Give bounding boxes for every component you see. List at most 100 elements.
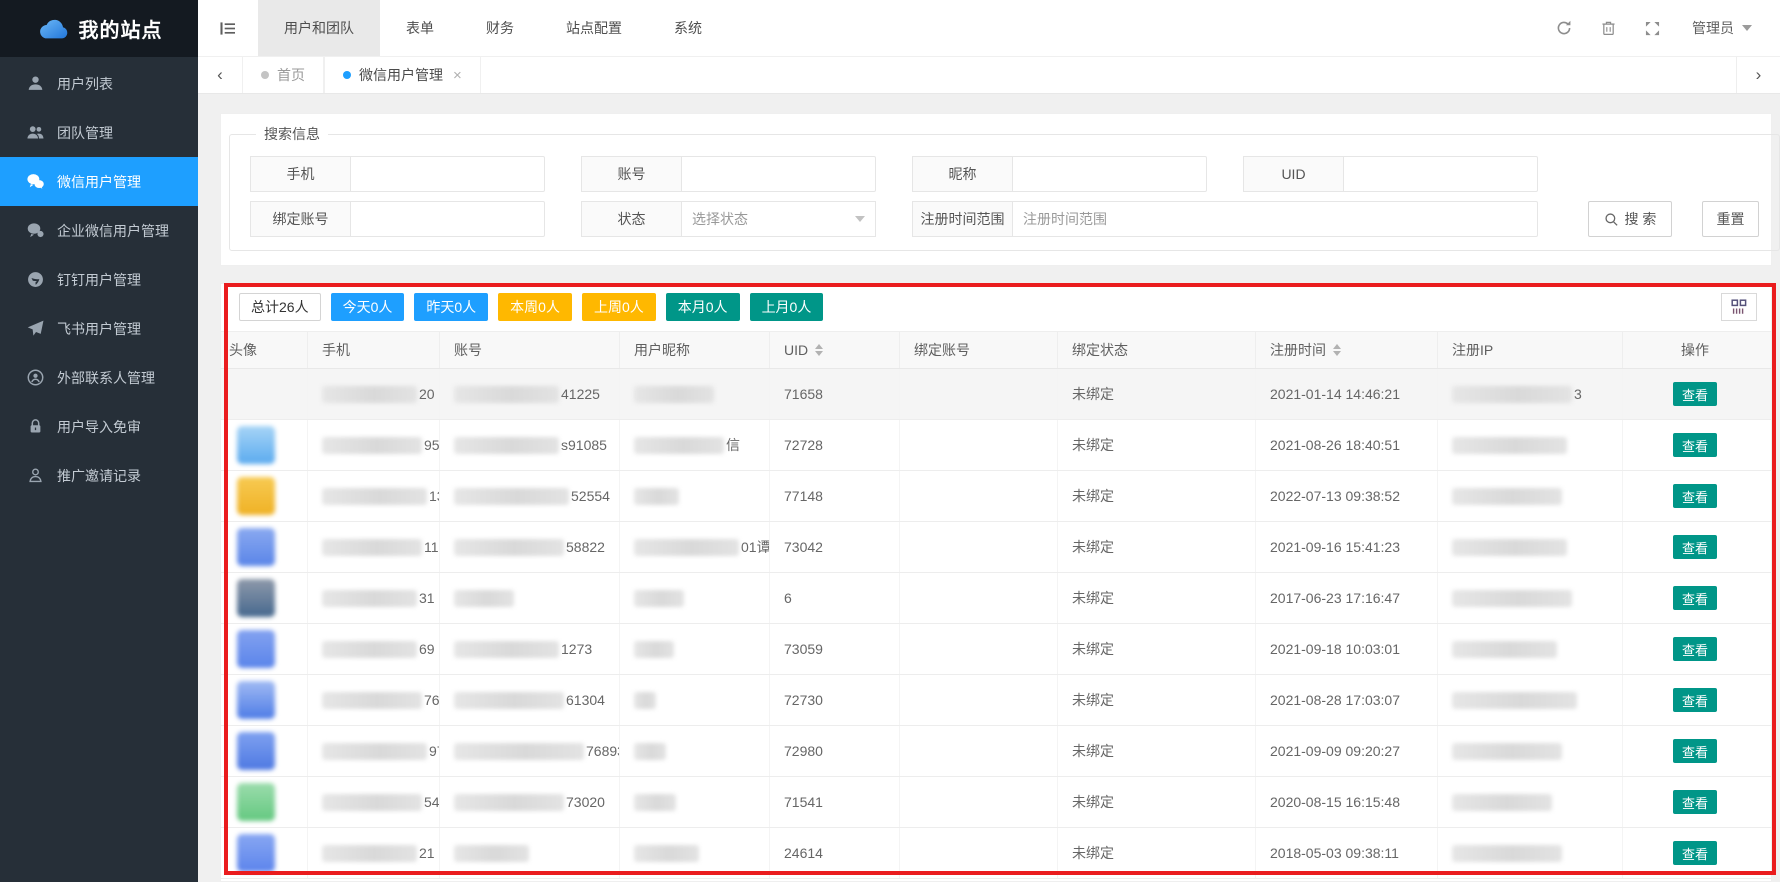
fullscreen-button[interactable] xyxy=(1630,0,1674,57)
stat-badge[interactable]: 上月0人 xyxy=(750,293,824,321)
redacted-nickname xyxy=(634,488,679,505)
phone-cell: 69 xyxy=(308,624,440,674)
table-row: 11 58822 01谭 73042 未绑定 2021-09-16 15:41:… xyxy=(221,522,1771,573)
reg-time-cell: 2020-08-15 16:15:48 xyxy=(1256,777,1438,827)
sidebar-item-import-audit[interactable]: 用户导入免审 xyxy=(0,402,198,451)
stat-badge[interactable]: 今天0人 xyxy=(331,293,405,321)
table-column-header: 注册时间 xyxy=(1256,332,1438,368)
bind-account-input[interactable] xyxy=(350,201,545,237)
tabbar-right-arrow[interactable]: › xyxy=(1736,57,1780,93)
topnav-item[interactable]: 站点配置 xyxy=(540,0,648,56)
time-range-input[interactable] xyxy=(1012,201,1538,237)
topnav-right: 管理员 xyxy=(1542,0,1780,56)
search-card: 搜索信息 手机 账号 昵称 UID 绑定账号 状态 选择状态 注册时间 xyxy=(220,113,1772,266)
page-tab-label: 微信用户管理 xyxy=(359,65,443,85)
redacted-phone xyxy=(322,641,417,658)
sidebar-item-label: 微信用户管理 xyxy=(57,172,141,192)
sidebar-item-users[interactable]: 团队管理 xyxy=(0,108,198,157)
sidebar-item-dingtalk[interactable]: 钉钉用户管理 xyxy=(0,255,198,304)
search-field-input[interactable] xyxy=(681,156,876,192)
avatar xyxy=(237,477,275,515)
avatar-cell xyxy=(221,522,308,572)
sidebar-item-invite-record[interactable]: 推广邀请记录 xyxy=(0,451,198,500)
topnav-item[interactable]: 表单 xyxy=(380,0,460,56)
view-button[interactable]: 查看 xyxy=(1673,637,1717,661)
stat-badge[interactable]: 总计26人 xyxy=(239,293,321,321)
view-button[interactable]: 查看 xyxy=(1673,484,1717,508)
stat-badge[interactable]: 本周0人 xyxy=(498,293,572,321)
view-button[interactable]: 查看 xyxy=(1673,841,1717,865)
table-column-header: 操作 xyxy=(1623,332,1767,368)
search-field-input[interactable] xyxy=(1343,156,1538,192)
sidebar-item-plane[interactable]: 飞书用户管理 xyxy=(0,304,198,353)
topnav-item[interactable]: 用户和团队 xyxy=(258,0,380,56)
view-button[interactable]: 查看 xyxy=(1673,688,1717,712)
search-field-input[interactable] xyxy=(1012,156,1207,192)
user-menu[interactable]: 管理员 xyxy=(1674,18,1762,38)
account-cell: 1273 xyxy=(440,624,620,674)
redacted-nickname xyxy=(634,845,699,862)
view-button[interactable]: 查看 xyxy=(1673,790,1717,814)
tabbar-left-arrow[interactable]: ‹ xyxy=(198,57,242,93)
bind-account-cell xyxy=(900,471,1058,521)
topnav-item[interactable]: 系统 xyxy=(648,0,728,56)
column-settings-button[interactable] xyxy=(1721,293,1757,321)
bind-account-cell xyxy=(900,828,1058,878)
top-navbar: 用户和团队表单财务站点配置系统 管理员 xyxy=(198,0,1780,57)
account-cell: 41225 xyxy=(440,369,620,419)
sidebar-item-wecom[interactable]: 企业微信用户管理 xyxy=(0,206,198,255)
phone-cell: 95 xyxy=(308,420,440,470)
stat-badge[interactable]: 本月0人 xyxy=(666,293,740,321)
sidebar-collapse-button[interactable] xyxy=(198,0,258,56)
redacted-ip xyxy=(1452,692,1577,709)
redacted-ip xyxy=(1452,590,1572,607)
chevron-down-icon xyxy=(1742,25,1752,31)
reg-time-cell: 2022-07-13 09:38:52 xyxy=(1256,471,1438,521)
redacted-phone xyxy=(322,590,417,607)
nickname-cell: 信 xyxy=(620,420,770,470)
page-tab[interactable]: 首页 xyxy=(242,57,324,93)
redacted-ip xyxy=(1452,845,1562,862)
uid-cell: 71541 xyxy=(770,777,900,827)
view-button[interactable]: 查看 xyxy=(1673,433,1717,457)
status-select[interactable]: 选择状态 xyxy=(681,201,876,237)
view-button[interactable]: 查看 xyxy=(1673,739,1717,763)
page-tab[interactable]: 微信用户管理 × xyxy=(324,57,481,93)
status-select-value: 选择状态 xyxy=(692,209,748,229)
view-button[interactable]: 查看 xyxy=(1673,382,1717,406)
dingtalk-icon xyxy=(27,271,44,288)
sidebar-item-label: 团队管理 xyxy=(57,123,113,143)
sidebar-item-label: 钉钉用户管理 xyxy=(57,270,141,290)
refresh-button[interactable] xyxy=(1542,0,1586,57)
avatar xyxy=(237,834,275,872)
sidebar-item-contact[interactable]: 外部联系人管理 xyxy=(0,353,198,402)
stat-badge[interactable]: 上周0人 xyxy=(582,293,656,321)
reg-ip-cell xyxy=(1438,777,1623,827)
bind-account-cell xyxy=(900,675,1058,725)
trash-button[interactable] xyxy=(1586,0,1630,57)
action-cell: 查看 xyxy=(1623,522,1767,572)
table-row: 76 61304 72730 未绑定 2021-08-28 17:03:07 查… xyxy=(221,675,1771,726)
cloud-icon xyxy=(36,16,70,42)
table-body: 20 41225 71658 未绑定 2021-01-14 14:46:21 3… xyxy=(221,369,1771,879)
sort-icon[interactable] xyxy=(815,344,823,356)
nickname-cell xyxy=(620,369,770,419)
reset-button[interactable]: 重置 xyxy=(1702,201,1759,237)
search-field-group: 手机 xyxy=(250,156,545,192)
sidebar-item-user[interactable]: 用户列表 xyxy=(0,59,198,108)
view-button[interactable]: 查看 xyxy=(1673,586,1717,610)
tab-close-icon[interactable]: × xyxy=(453,67,462,84)
search-button[interactable]: 搜 索 xyxy=(1588,201,1672,237)
bind-account-cell xyxy=(900,420,1058,470)
account-cell: s91085 xyxy=(440,420,620,470)
view-button[interactable]: 查看 xyxy=(1673,535,1717,559)
sidebar-item-wechat[interactable]: 微信用户管理 xyxy=(0,157,198,206)
stat-badge[interactable]: 昨天0人 xyxy=(414,293,488,321)
sort-icon[interactable] xyxy=(1333,344,1341,356)
avatar-cell xyxy=(221,573,308,623)
reg-time-cell: 2021-09-16 15:41:23 xyxy=(1256,522,1438,572)
action-cell: 查看 xyxy=(1623,675,1767,725)
search-field-input[interactable] xyxy=(350,156,545,192)
status-field-group: 状态 选择状态 xyxy=(581,201,876,237)
topnav-item[interactable]: 财务 xyxy=(460,0,540,56)
